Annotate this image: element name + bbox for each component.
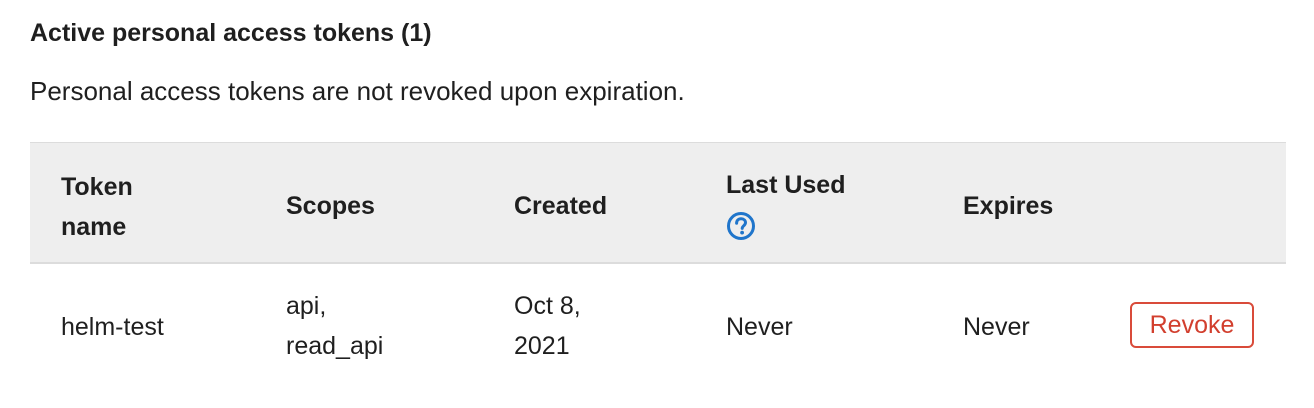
expires-cell: Never [963,313,1030,341]
token-name-cell: helm-test [61,313,164,341]
table-header: Token name Scopes Created Last Used Expi… [30,142,1286,264]
column-header-created[interactable]: Created [514,186,694,226]
section-title: Active personal access tokens (1) [30,19,432,47]
tokens-table: Token name Scopes Created Last Used Expi… [30,142,1286,386]
personal-access-tokens-section: Active personal access tokens (1) Person… [0,0,1314,408]
column-header-token-name-line1: Token [61,173,133,201]
created-date-line2: 2021 [514,332,570,360]
table-row: helm-test api, read_api Oct 8, 2021 Neve… [30,264,1286,386]
section-description: Personal access tokens are not revoked u… [30,76,685,106]
scope-read-api: read_api [286,332,384,360]
column-header-token-name-line2: name [61,213,127,241]
scope-api: api, [286,292,327,320]
revoke-button[interactable]: Revoke [1130,302,1254,348]
scopes-cell: api, read_api [286,286,466,366]
column-header-expires[interactable]: Expires [963,186,1123,226]
created-cell: Oct 8, 2021 [514,286,694,366]
column-header-token-name[interactable]: Token name [61,167,241,247]
column-header-scopes[interactable]: Scopes [286,186,466,226]
last-used-cell: Never [726,313,793,341]
question-circle-icon[interactable] [726,211,756,241]
created-date-line1: Oct 8, [514,292,581,320]
column-header-last-used[interactable]: Last Used [726,165,926,245]
column-header-last-used-label: Last Used [726,171,846,199]
